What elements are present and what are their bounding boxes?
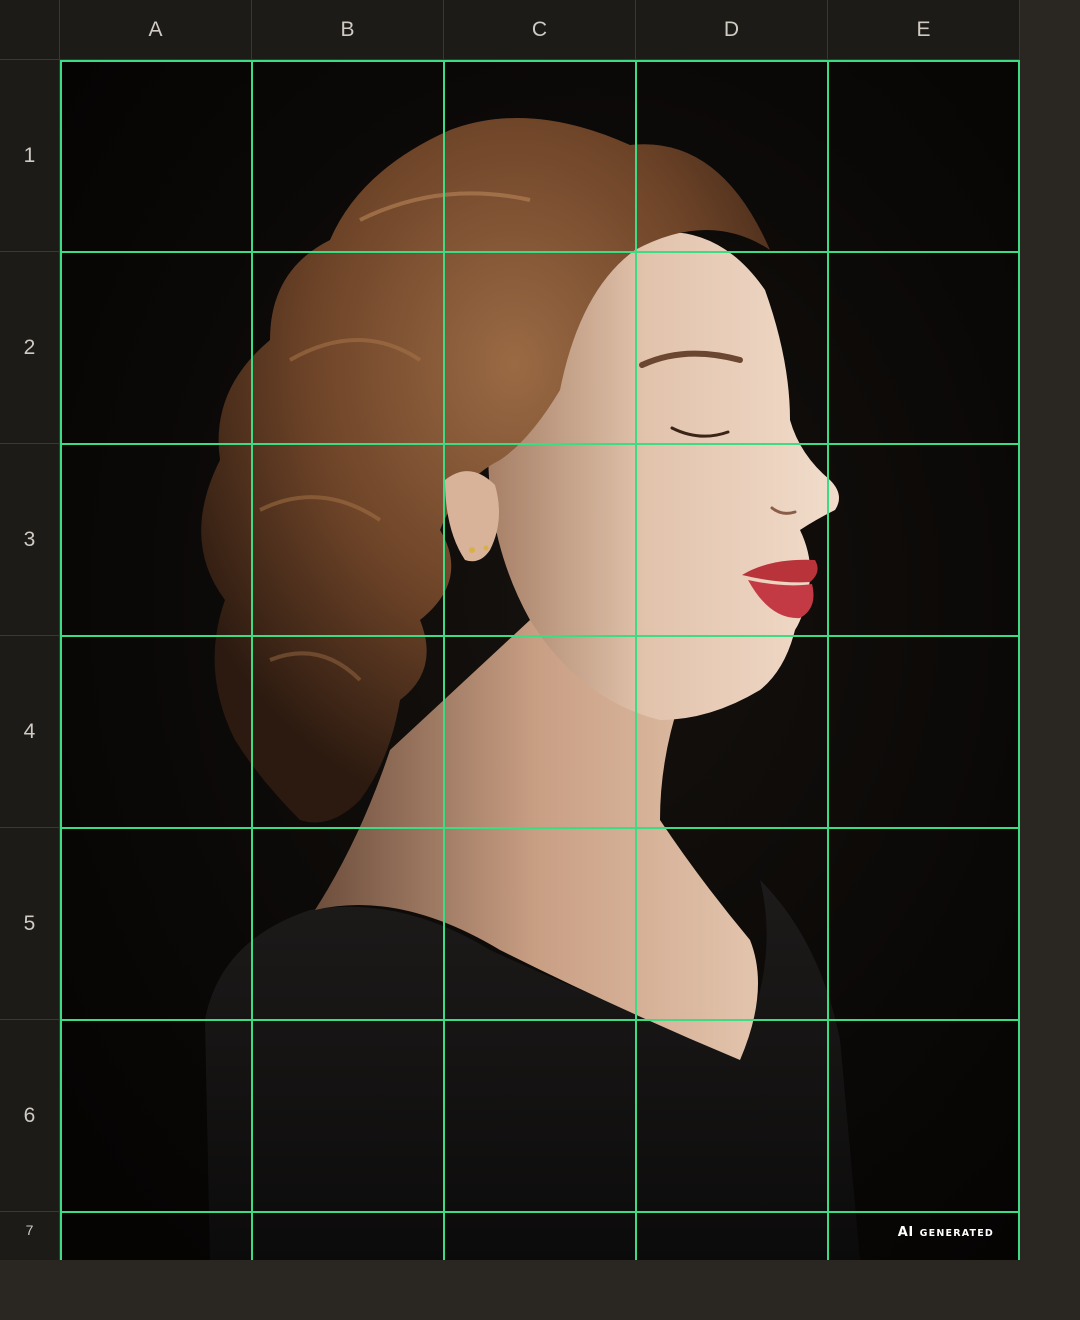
image-canvas[interactable]: AI GENERATED — [60, 60, 1020, 1260]
row-header-4[interactable]: 4 — [0, 636, 59, 828]
corner-cell — [0, 0, 60, 60]
column-header-d[interactable]: D — [636, 0, 828, 59]
row-header-7[interactable]: 7 — [0, 1212, 59, 1248]
column-header-a[interactable]: A — [60, 0, 252, 59]
column-header-c[interactable]: C — [444, 0, 636, 59]
row-header-3[interactable]: 3 — [0, 444, 59, 636]
badge-ai-label: AI — [897, 1225, 914, 1240]
row-header-2[interactable]: 2 — [0, 252, 59, 444]
ai-generated-badge: AI GENERATED — [898, 1225, 994, 1240]
row-header-6[interactable]: 6 — [0, 1020, 59, 1212]
earring — [469, 547, 475, 553]
column-header-bar: A B C D E — [60, 0, 1020, 60]
grid-overlay-viewer: A B C D E 1 2 3 4 5 6 7 AI GENERATED — [0, 0, 1080, 1320]
row-header-1[interactable]: 1 — [0, 60, 59, 252]
row-header-bar: 1 2 3 4 5 6 7 — [0, 60, 60, 1260]
column-header-b[interactable]: B — [252, 0, 444, 59]
row-header-5[interactable]: 5 — [0, 828, 59, 1020]
earring — [483, 545, 489, 551]
portrait-image — [60, 60, 1020, 1260]
badge-generated-label: GENERATED — [919, 1228, 994, 1239]
column-header-e[interactable]: E — [828, 0, 1020, 59]
